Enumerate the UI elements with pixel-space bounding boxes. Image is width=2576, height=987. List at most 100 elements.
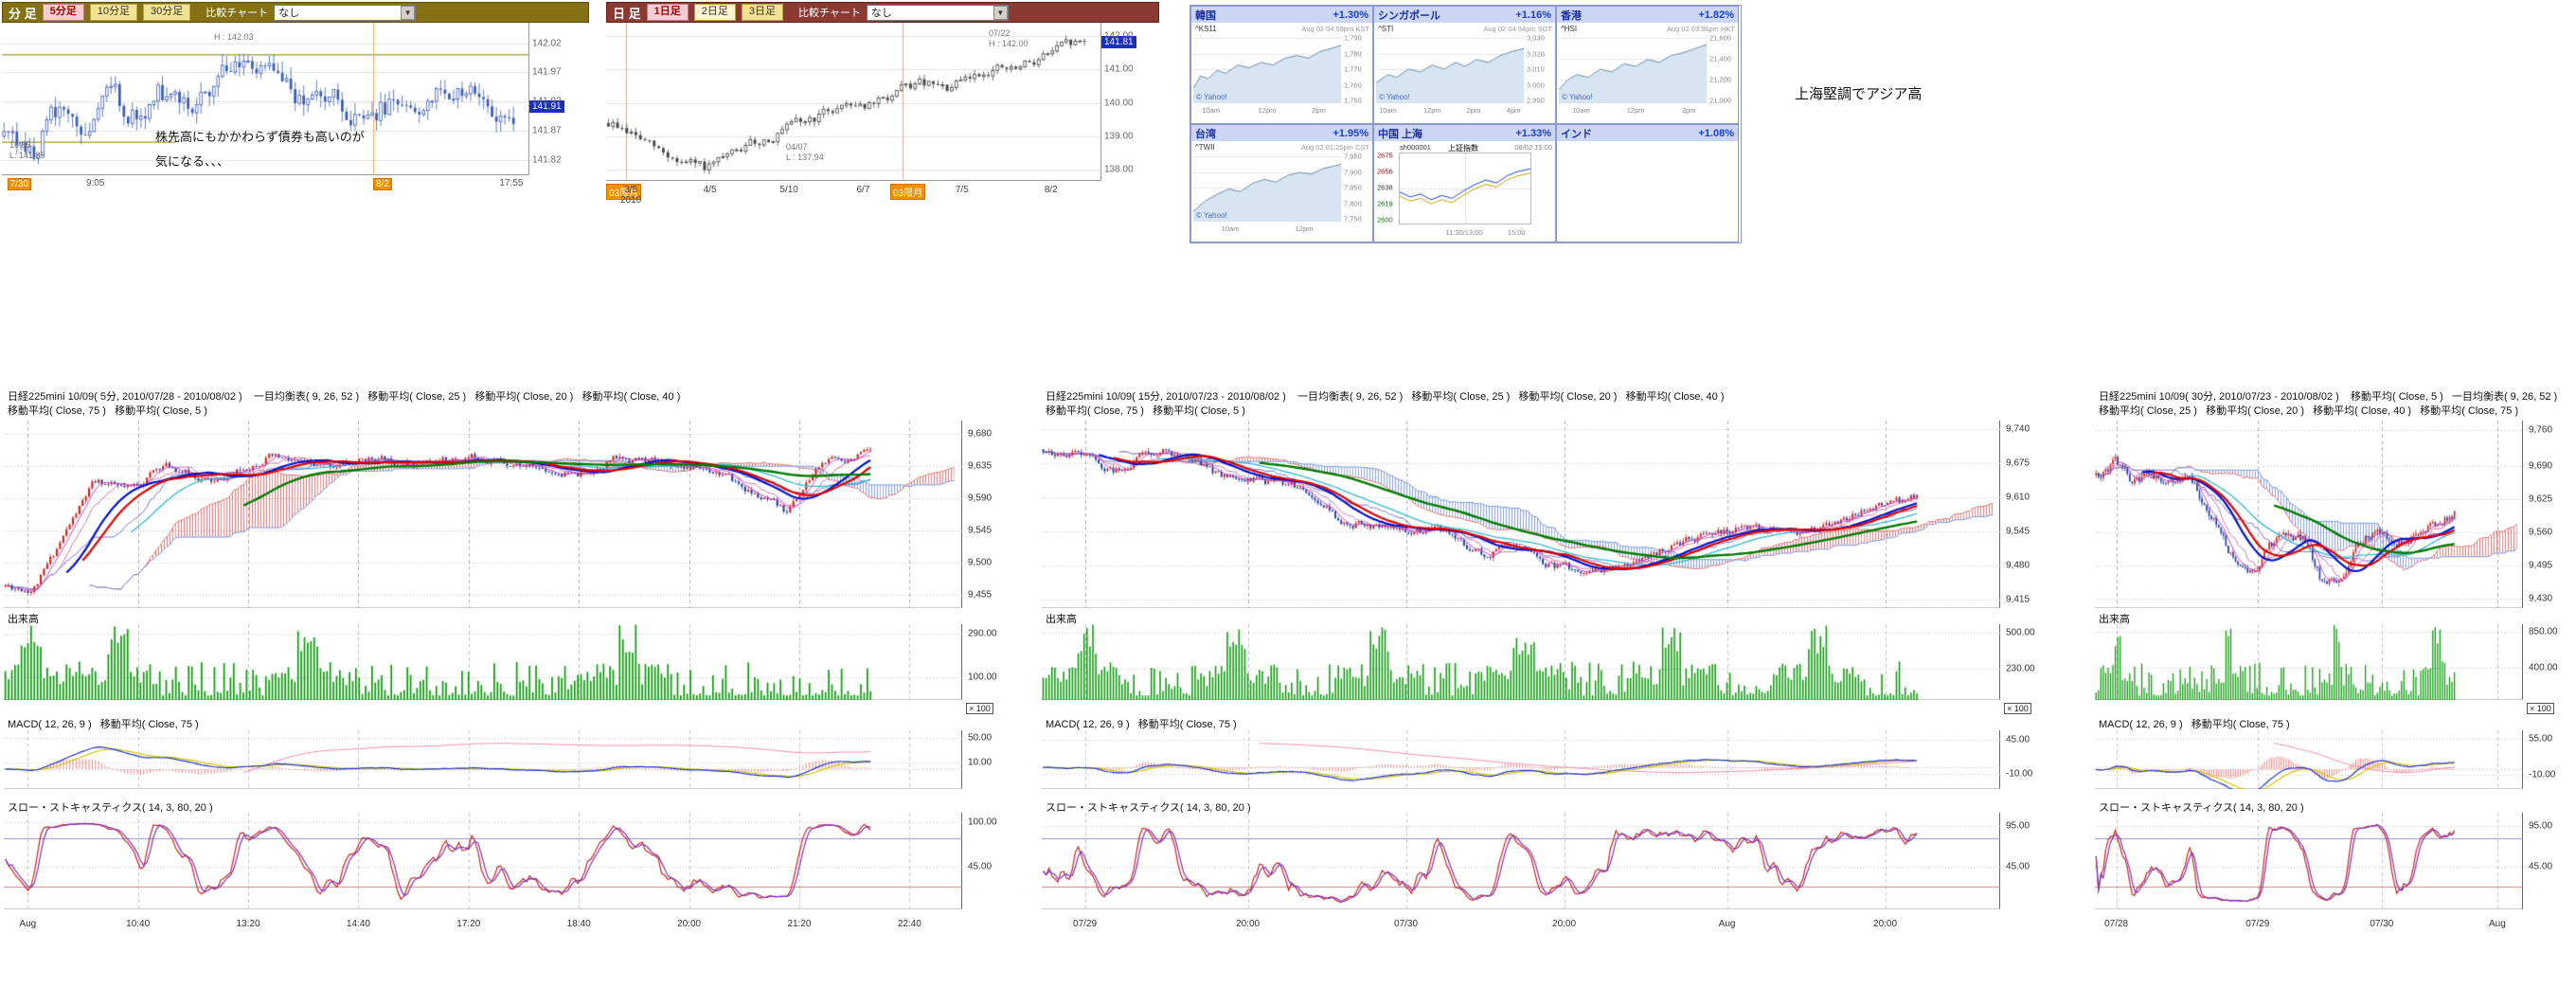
market-name-link[interactable]: 香港 <box>1561 8 1582 23</box>
price-axis-tick: 9,560 <box>2529 527 2552 537</box>
price-axis-tick: 140.00 <box>1104 98 1134 108</box>
interval-2day-button[interactable]: 2日足 <box>694 4 736 21</box>
market-mini-chart <box>1557 141 1738 242</box>
market-name-link[interactable]: 韓国 <box>1195 8 1216 23</box>
price-axis-tick: 141.87 <box>532 125 562 135</box>
daily-panel-title: 日 足 <box>613 4 641 22</box>
market-card-hongkong: 香港 +1.82% ^HSI Aug 02 03:36pm HKT © Yaho… <box>1556 6 1739 124</box>
price-axis-tick: 9,740 <box>2006 424 2030 435</box>
macd-chart <box>2095 730 2523 789</box>
interval-3day-button[interactable]: 3日足 <box>742 4 783 21</box>
price-axis-tick: 141.82 <box>532 154 562 165</box>
price-axis-tick: 9,430 <box>2529 594 2552 604</box>
price-axis-tick: 142.00 <box>1104 31 1134 42</box>
user-note-line2: 気になる、、、 <box>155 152 229 170</box>
market-card-singapore: シンガポール +1.16% ^STI Aug 02 04:54pm SGT © … <box>1373 6 1556 124</box>
mini-time-label: 12pm <box>1296 224 1314 233</box>
mini-axis-tick: 1,780 <box>1344 49 1362 58</box>
stochastics-canvas <box>4 813 962 909</box>
x-axis-label: 10:40 <box>126 919 150 929</box>
market-name-link[interactable]: シンガポール <box>1378 8 1440 23</box>
interval-10min-button[interactable]: 10分足 <box>90 4 137 21</box>
price-chart <box>2095 421 2523 608</box>
interval-5min-button[interactable]: 5分足 <box>43 4 84 21</box>
mini-time-label: 12pm <box>1627 106 1645 115</box>
price-axis-tick: 9,590 <box>968 493 992 503</box>
ticker-symbol: ^HSI <box>1561 25 1577 33</box>
sina-axis-tick: 2675 <box>1377 152 1393 160</box>
macd-label: MACD( 12, 26, 9 ) 移動平均( Close, 75 ) <box>8 716 199 731</box>
mini-axis-tick: 1,790 <box>1344 34 1362 43</box>
ticker-symbol: ^KS11 <box>1195 25 1217 33</box>
daily-chart-area: 141.81 07/22 H : 142.00 04/07 L : 137.94… <box>606 23 1159 180</box>
macd-chart <box>4 730 962 789</box>
volume-unit-badge: × 100 <box>2004 703 2031 714</box>
macd-axis-tick: 50.00 <box>968 732 992 743</box>
price-axis-tick: 142.02 <box>532 38 562 48</box>
mini-time-label: 4pm <box>1507 106 1521 115</box>
price-chart <box>4 421 962 608</box>
yahoo-credit: © Yahoo! <box>1562 93 1593 101</box>
yahoo-credit: © Yahoo! <box>1379 93 1410 101</box>
volume-canvas <box>2095 624 2523 700</box>
low-price-annotation: L : 137.94 <box>786 153 824 162</box>
price-axis-tick: 9,500 <box>968 558 992 568</box>
volume-canvas <box>4 624 962 700</box>
macd-axis-tick: -10.00 <box>2529 770 2555 781</box>
market-mini-chart: sh000001 上証指数 08/02 15:00 26752656263826… <box>1374 141 1555 242</box>
volume-axis-tick: 100.00 <box>968 672 997 682</box>
tech-panel-15min: 日経225mini 10/09( 15分, 2010/07/23 - 2010/… <box>1042 386 2051 940</box>
time-label: 9:05 <box>86 178 104 188</box>
minute-chart-area: 141.91 H : 142.03 16:55 L: 141.85 株先高にもか… <box>2 23 589 174</box>
market-name-link[interactable]: 中国 上海 <box>1378 126 1422 141</box>
quote-timestamp: 08/02 15:00 <box>1514 143 1552 152</box>
market-mini-chart: ^KS11 Aug 02 04:59pm KST © Yahoo! 1,7901… <box>1191 23 1372 123</box>
volume-chart <box>2095 624 2523 700</box>
contract-month-label: 03限月 <box>890 184 925 200</box>
market-change: +1.95% <box>1333 128 1368 139</box>
macd-axis-tick: 45.00 <box>2006 734 2030 745</box>
market-name-link[interactable]: インド <box>1561 126 1592 141</box>
macd-label: MACD( 12, 26, 9 ) 移動平均( Close, 75 ) <box>2099 716 2290 731</box>
sina-time-label: 15:00 <box>1508 228 1526 237</box>
stochastics-canvas <box>1042 813 2000 909</box>
mini-axis-tick: 3,020 <box>1527 49 1545 58</box>
date-label: 8/2 <box>373 178 392 190</box>
minute-panel-title: 分 足 <box>9 4 37 22</box>
date-label: 7/30 <box>8 178 31 190</box>
compare-chart-value: なし <box>871 5 892 20</box>
macd-axis-tick: 55.00 <box>2529 733 2552 744</box>
compare-chart-select[interactable]: なし ▼ <box>867 5 1009 21</box>
market-card-taiwan: 台湾 +1.95% ^TWII Aug 02 01:25pm CST © Yah… <box>1190 124 1373 242</box>
chevron-down-icon: ▼ <box>993 6 1008 20</box>
macd-canvas <box>4 730 962 789</box>
x-axis-label: 20:00 <box>1236 919 1260 929</box>
x-axis-label: 17:20 <box>456 919 480 929</box>
mini-line-chart-canvas <box>1399 153 1531 224</box>
macd-canvas <box>1042 730 2000 789</box>
compare-chart-select[interactable]: なし ▼ <box>274 5 416 21</box>
date-label: 6/7 <box>856 185 869 195</box>
market-name-link[interactable]: 台湾 <box>1195 126 1216 141</box>
market-change: +1.30% <box>1333 9 1368 21</box>
mini-axis-tick: 21,000 <box>1709 97 1731 105</box>
sina-axis-tick: 2638 <box>1377 184 1393 192</box>
chart-indicator-list: 移動平均( Close, 25 ) 移動平均( Close, 20 ) 移動平均… <box>2099 403 2518 418</box>
stoch-axis-tick: 45.00 <box>968 861 992 871</box>
minute-chart-toolbar: 分 足 5分足 10分足 30分足 比較チャート なし ▼ <box>2 2 589 23</box>
mini-time-label: 2pm <box>1312 106 1326 115</box>
volume-axis-tick: 400.00 <box>2529 662 2558 673</box>
interval-1day-button[interactable]: 1日足 <box>647 4 689 21</box>
low-time-annotation: 16:55 <box>9 140 31 150</box>
price-axis-tick: 9,415 <box>2006 594 2030 604</box>
mini-time-label: 10am <box>1202 106 1220 115</box>
x-axis-label: 20:00 <box>677 919 701 929</box>
x-axis-label: 18:40 <box>567 919 591 929</box>
date-label: 4/5 <box>704 185 717 195</box>
interval-30min-button[interactable]: 30分足 <box>143 4 190 21</box>
price-chart <box>1042 421 2000 608</box>
price-axis-tick: 9,760 <box>2529 424 2552 435</box>
compare-chart-value: なし <box>278 5 299 20</box>
price-axis-tick: 9,680 <box>968 428 992 439</box>
price-axis-tick: 139.00 <box>1104 132 1134 142</box>
